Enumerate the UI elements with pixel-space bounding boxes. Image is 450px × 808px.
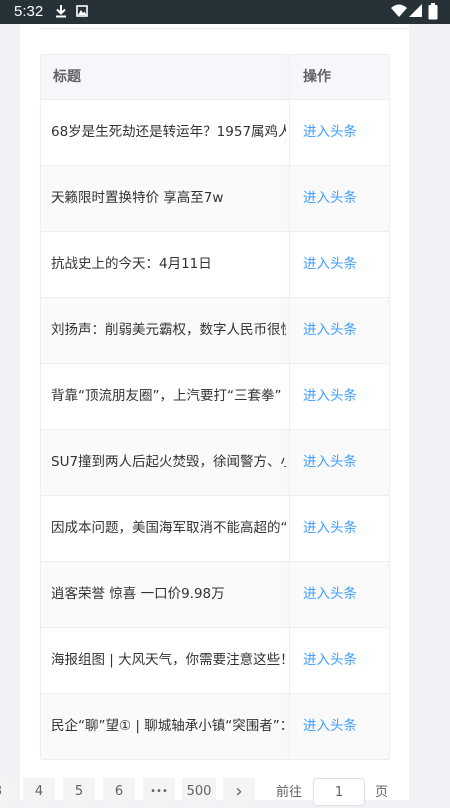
next-page-button[interactable]: ›: [223, 778, 255, 806]
page-button[interactable]: 4: [23, 778, 55, 806]
enter-headline-link[interactable]: 进入头条: [303, 628, 357, 693]
column-header-action: 操作: [303, 69, 331, 85]
page-button[interactable]: 3: [0, 778, 14, 806]
enter-headline-link[interactable]: 进入头条: [303, 562, 357, 627]
row-title: 抗战史上的今天：4月11日: [51, 256, 212, 272]
column-header-title: 标题: [53, 69, 81, 85]
row-title: 海报组图 | 大风天气，你需要注意这些！: [51, 652, 286, 668]
table-row: 海报组图 | 大风天气，你需要注意这些！ 进入头条: [41, 628, 389, 694]
enter-headline-link[interactable]: 进入头条: [303, 232, 357, 297]
row-title: 天籁限时置换特价 享高至7w: [51, 190, 224, 206]
status-bar: 5:32: [0, 0, 450, 24]
row-title: 刘扬声：削弱美元霸权，数字人民币很快: [51, 322, 286, 338]
enter-headline-link[interactable]: 进入头条: [303, 100, 357, 165]
goto-page-input[interactable]: 1: [313, 778, 365, 806]
page-suffix-label: 页: [375, 785, 389, 800]
table-row: 因成本问题，美国海军取消不能高超的“高 进入头条: [41, 496, 389, 562]
wifi-icon: [391, 4, 407, 17]
enter-headline-link[interactable]: 进入头条: [303, 364, 357, 429]
status-time: 5:32: [14, 3, 44, 20]
goto-label: 前往: [276, 785, 303, 800]
page-button[interactable]: 5: [63, 778, 95, 806]
signal-icon: [409, 4, 422, 17]
image-icon: [76, 5, 88, 17]
table-row: 68岁是生死劫还是转运年？1957属鸡人健 进入头条: [41, 100, 389, 166]
table-row: 逍客荣誉 惊喜 一口价9.98万 进入头条: [41, 562, 389, 628]
table-row: 刘扬声：削弱美元霸权，数字人民币很快 进入头条: [41, 298, 389, 364]
enter-headline-link[interactable]: 进入头条: [303, 694, 357, 759]
download-icon: [56, 5, 66, 18]
table-row: 民企“聊”望① | 聊城轴承小镇“突围者”：山 进入头条: [41, 694, 389, 760]
page-button-last[interactable]: 500: [182, 778, 216, 806]
enter-headline-link[interactable]: 进入头条: [303, 298, 357, 363]
enter-headline-link[interactable]: 进入头条: [303, 496, 357, 561]
page-button[interactable]: 6: [103, 778, 135, 806]
fixed-column-divider: [289, 55, 290, 758]
enter-headline-link[interactable]: 进入头条: [303, 166, 357, 231]
more-pages-button[interactable]: •••: [143, 778, 175, 806]
row-title: 民企“聊”望① | 聊城轴承小镇“突围者”：山: [51, 718, 286, 734]
pagination: 3 4 5 6 ••• 500 › 前往 1 页: [0, 778, 450, 808]
table-row: 天籁限时置换特价 享高至7w 进入头条: [41, 166, 389, 232]
table-row: SU7撞到两人后起火焚毁，徐闻警方、小米 进入头条: [41, 430, 389, 496]
battery-icon: [428, 3, 438, 20]
table-row: 背靠“顶流朋友圈”，上汽要打“三套拳” 进入头条: [41, 364, 389, 430]
table-header: 标题 操作: [41, 55, 389, 100]
row-title: 背靠“顶流朋友圈”，上汽要打“三套拳”: [51, 388, 282, 404]
row-title: 因成本问题，美国海军取消不能高超的“高: [51, 520, 286, 536]
content-card: 标题 操作 68岁是生死劫还是转运年？1957属鸡人健 进入头条 天籁限时置换特…: [20, 24, 409, 800]
row-title: 68岁是生死劫还是转运年？1957属鸡人健: [51, 124, 286, 140]
headlines-table: 标题 操作 68岁是生死劫还是转运年？1957属鸡人健 进入头条 天籁限时置换特…: [40, 54, 390, 760]
table-row: 抗战史上的今天：4月11日 进入头条: [41, 232, 389, 298]
enter-headline-link[interactable]: 进入头条: [303, 430, 357, 495]
row-title: 逍客荣誉 惊喜 一口价9.98万: [51, 586, 225, 602]
divider: [40, 28, 409, 29]
row-title: SU7撞到两人后起火焚毁，徐闻警方、小米: [51, 454, 286, 470]
